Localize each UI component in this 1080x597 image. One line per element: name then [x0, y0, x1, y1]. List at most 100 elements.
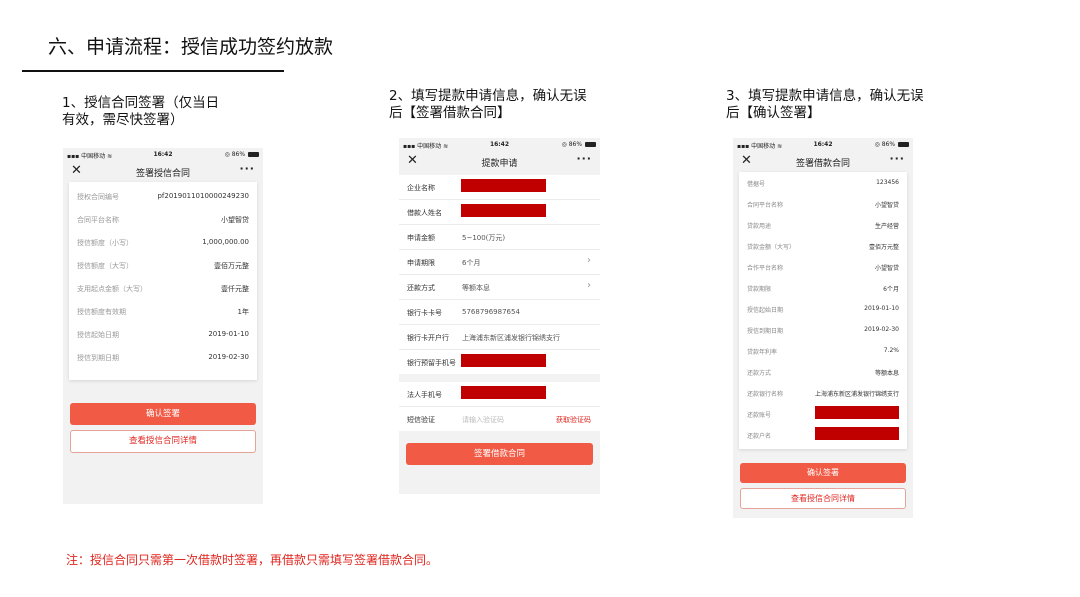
row-label: 合同平台名称 — [747, 202, 784, 209]
row-value: 5~100(万元) — [462, 234, 506, 242]
info-row: 还款账号 — [745, 403, 901, 424]
info-row: 贷款用途 生产经营 — [745, 214, 901, 235]
info-row: 合同平台名称 小望智贷 — [745, 193, 901, 214]
title-underline — [22, 70, 284, 72]
nav-title: 签署授信合同 — [135, 169, 190, 179]
footnote: 注：授信合同只需第一次借款时签署，再借款只需填写签署借款合同。 — [66, 553, 439, 567]
row-label: 银行卡卡号 — [407, 309, 442, 317]
more-icon[interactable]: ··· — [576, 152, 592, 165]
row-label: 授信额度（小写） — [77, 239, 133, 247]
alarm-icon: ◎ — [561, 141, 567, 148]
row-value: 上海浦东新区浦发银行锦绣支行 — [462, 334, 560, 342]
row-label: 支用起点金额（大写） — [77, 285, 147, 293]
row-value: pf2019011010000249230 — [157, 192, 249, 200]
info-row: 授信到期日期 2019-02-30 — [77, 345, 249, 368]
form-row-card-number[interactable]: 银行卡卡号 5768796987654 — [399, 300, 600, 325]
step3-caption: 3、填写提款申请信息，确认无误 后【确认签署】 — [726, 88, 924, 122]
row-label: 授信到期日期 — [747, 328, 784, 335]
phone-withdrawal-application: ▪▪▪ 中国移动 ≋ 16:42 ◎ 86% ✕ 提款申请 ··· 企业名称 借… — [399, 138, 600, 494]
form-row-legal-phone[interactable]: 法人手机号 — [399, 382, 600, 407]
info-row: 贷款年利率 7.2% — [745, 340, 901, 361]
row-value: 5768796987654 — [462, 308, 520, 316]
verification-form: 法人手机号 短信验证 请输入验证码 获取验证码 — [399, 382, 600, 431]
row-label: 贷款期限 — [747, 286, 772, 293]
row-value: 等额本息 — [874, 370, 899, 377]
view-credit-contract-button[interactable]: 查看授信合同详情 — [70, 430, 256, 453]
sign-loan-contract-button[interactable]: 签署借款合同 — [406, 443, 593, 465]
info-row: 授信到期日期 2019-02-30 — [745, 319, 901, 340]
info-row: 贷款期限 6个月 — [745, 277, 901, 298]
step1-caption-line1: 1、授信合同签署（仅当日 — [62, 95, 220, 111]
info-row: 还款方式 等额本息 — [745, 361, 901, 382]
confirm-sign-button[interactable]: 确认签署 — [740, 463, 906, 483]
row-value: 壹佰万元整 — [868, 244, 899, 251]
nav-bar: ✕ 签署借款合同 ··· — [733, 152, 913, 172]
form-row-amount[interactable]: 申请金额 5~100(万元) — [399, 225, 600, 250]
form-row-repayment[interactable]: 还款方式 等额本息 › — [399, 275, 600, 300]
sms-code-input[interactable]: 请输入验证码 — [462, 415, 504, 425]
row-value: 2019-01-10 — [208, 330, 249, 338]
battery-icon — [585, 142, 596, 147]
redacted-value — [815, 427, 899, 440]
battery-icon — [898, 142, 909, 147]
slide-title: 六、申请流程：授信成功签约放款 — [48, 36, 334, 58]
info-row: 授信额度（小写） 1,000,000.00 — [77, 230, 249, 253]
row-label: 借据号 — [747, 181, 766, 188]
form-row-borrower[interactable]: 借款人姓名 — [399, 200, 600, 225]
more-icon[interactable]: ··· — [889, 152, 905, 165]
alarm-icon: ◎ — [224, 151, 230, 158]
row-value: 生产经营 — [874, 223, 899, 230]
battery-label: 86% — [881, 141, 896, 148]
step3-caption-line1: 3、填写提款申请信息，确认无误 — [726, 88, 924, 104]
row-value: 123456 — [876, 179, 899, 186]
step2-caption: 2、填写提款申请信息，确认无误 后【签署借款合同】 — [389, 88, 587, 122]
step2-caption-line2: 后【签署借款合同】 — [389, 105, 511, 121]
info-row: 还款户名 — [745, 424, 901, 445]
row-value: 2019-02-30 — [864, 326, 899, 333]
nav-bar: ✕ 提款申请 ··· — [399, 152, 600, 172]
row-value: 6个月 — [883, 286, 899, 293]
view-credit-contract-button[interactable]: 查看授信合同详情 — [740, 488, 906, 509]
step1-caption: 1、授信合同签署（仅当日 有效，需尽快签署） — [62, 95, 219, 129]
battery-icon — [248, 152, 259, 157]
row-label: 还款方式 — [747, 370, 772, 377]
row-value: 壹仟元整 — [221, 285, 249, 293]
row-label: 申请金额 — [407, 234, 435, 242]
form-row-bank-phone[interactable]: 银行预留手机号 — [399, 350, 600, 374]
form-row-company[interactable]: 企业名称 — [399, 175, 600, 200]
row-label: 授信起始日期 — [747, 307, 784, 314]
row-label: 合同平台名称 — [77, 216, 119, 224]
info-row: 支用起点金额（大写） 壹仟元整 — [77, 276, 249, 299]
row-value: 小望智贷 — [874, 202, 899, 209]
nav-title: 提款申请 — [481, 159, 518, 169]
alarm-icon: ◎ — [874, 141, 880, 148]
row-label: 企业名称 — [407, 184, 435, 192]
info-row: 合同平台名称 小望智贷 — [77, 207, 249, 230]
more-icon[interactable]: ··· — [239, 162, 255, 175]
row-label: 贷款用途 — [747, 223, 772, 230]
row-label: 还款户名 — [747, 433, 772, 440]
form-row-term[interactable]: 申请期限 6个月 › — [399, 250, 600, 275]
info-row: 授信额度有效期 1年 — [77, 299, 249, 322]
row-label: 还款账号 — [747, 412, 772, 419]
info-row: 合作平台名称 小望智贷 — [745, 256, 901, 277]
battery-label: 86% — [568, 141, 583, 148]
row-label: 合作平台名称 — [747, 265, 784, 272]
get-code-link[interactable]: 获取验证码 — [556, 415, 591, 425]
row-label: 还款银行名称 — [747, 391, 784, 398]
contract-summary-card: 授权合同编号 pf2019011010000249230 合同平台名称 小望智贷 授… — [69, 182, 257, 380]
form-row-bank[interactable]: 银行卡开户行 上海浦东新区浦发银行锦绣支行 — [399, 325, 600, 350]
confirm-sign-button[interactable]: 确认签署 — [70, 403, 256, 425]
step3-caption-line2: 后【确认签署】 — [726, 105, 821, 121]
redacted-value — [461, 179, 546, 192]
info-row: 贷款金额（大写） 壹佰万元整 — [745, 235, 901, 256]
info-row: 还款银行名称 上海浦东新区浦发银行锦绣支行 — [745, 382, 901, 403]
row-value: 上海浦东新区浦发银行锦绣支行 — [814, 391, 899, 398]
row-label: 申请期限 — [407, 259, 435, 267]
row-value: 7.2% — [883, 347, 899, 354]
info-row: 借据号 123456 — [745, 172, 901, 193]
form-row-sms: 短信验证 请输入验证码 获取验证码 — [399, 407, 600, 431]
row-value: 2019-01-10 — [864, 305, 899, 312]
row-value: 1,000,000.00 — [202, 238, 249, 246]
row-label: 银行卡开户行 — [407, 334, 449, 342]
